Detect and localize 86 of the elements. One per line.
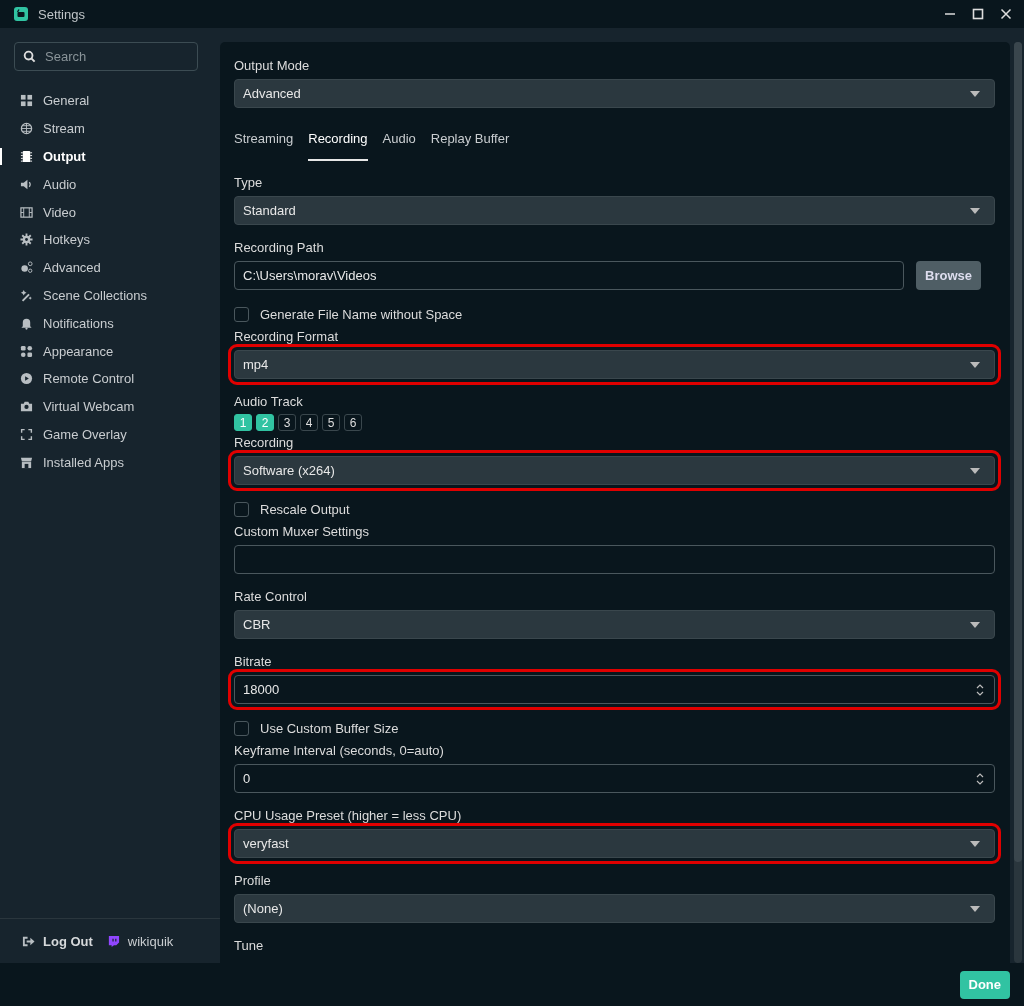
track-toggle[interactable]: 5 (322, 414, 340, 431)
caret-icon (970, 840, 980, 847)
field-label: Rate Control (234, 589, 308, 604)
path-field[interactable]: C:\Users\morav\Videos (234, 261, 905, 290)
track-toggle[interactable]: 4 (300, 414, 318, 431)
window-title: Settings (38, 6, 85, 22)
sidebar-item[interactable]: Notifications (0, 309, 220, 338)
field-label: Profile (234, 873, 272, 888)
checkbox[interactable] (234, 501, 249, 517)
caret-icon (970, 905, 980, 912)
dropdown[interactable]: (None) (234, 894, 995, 923)
sidebar-item[interactable]: Remote Control (0, 364, 220, 393)
dropdown[interactable]: veryfast (234, 829, 995, 858)
field-label: CPU Usage Preset (higher = less CPU) (234, 808, 463, 823)
dropdown[interactable]: CBR (234, 610, 995, 639)
chip-icon (20, 150, 33, 163)
checkbox[interactable] (234, 306, 249, 322)
sidebar-item[interactable]: Virtual Webcam (0, 392, 220, 421)
number-field[interactable]: 18000 (234, 675, 995, 704)
settings-tab[interactable]: Audio (382, 131, 416, 161)
scrollbar-thumb[interactable] (1014, 42, 1022, 862)
grid-icon (20, 94, 33, 108)
account-name: wikiquik (127, 933, 174, 949)
caret-icon (970, 467, 980, 474)
chat-bubble-icon (106, 934, 120, 948)
caret-icon (970, 361, 980, 368)
gears-icon (20, 261, 33, 275)
field-label: Tune (234, 938, 265, 953)
field-label: Audio Track (234, 394, 304, 409)
sidebar-item[interactable]: Game Overlay (0, 420, 220, 449)
field-label: Output Mode (234, 58, 311, 73)
gear-icon (20, 233, 33, 247)
settings-tab[interactable]: Recording (308, 131, 368, 161)
shapes-icon (20, 344, 33, 358)
checkbox[interactable] (234, 720, 249, 736)
caret-icon (970, 621, 980, 628)
film-icon (20, 205, 33, 219)
checkbox-label: Rescale Output (260, 501, 350, 517)
sidebar-item[interactable]: Audio (0, 170, 220, 199)
log-out-button[interactable]: Log Out (22, 933, 93, 949)
play-icon (20, 372, 33, 386)
field-label: Type (234, 175, 264, 190)
sidebar-item[interactable]: Video (0, 198, 220, 226)
field-label: Bitrate (234, 654, 273, 669)
caret-icon (970, 90, 980, 97)
log-out-icon (22, 934, 35, 948)
bell-icon (20, 316, 33, 330)
sidebar-item[interactable]: General (0, 87, 220, 115)
close-icon[interactable] (1000, 8, 1012, 20)
field-label: Recording Path (234, 240, 325, 255)
maximize-icon[interactable] (972, 8, 984, 20)
search-field[interactable]: Search (14, 42, 198, 71)
camera-icon (20, 400, 33, 414)
field-label: Keyframe Interval (seconds, 0=auto) (234, 743, 445, 758)
dropdown[interactable]: mp4 (234, 350, 995, 379)
settings-tab[interactable]: Streaming (234, 131, 294, 161)
dropdown[interactable]: Software (x264) (234, 456, 995, 485)
store-icon (20, 455, 33, 469)
number-field[interactable]: 0 (234, 764, 995, 793)
track-toggle[interactable]: 6 (344, 414, 362, 431)
app-logo-icon (14, 7, 28, 21)
spinner-icon (976, 771, 984, 786)
wand-icon (20, 288, 33, 302)
sidebar-item[interactable]: Advanced (0, 253, 220, 282)
field-label: Custom Muxer Settings (234, 524, 371, 539)
checkbox-label: Use Custom Buffer Size (260, 720, 399, 736)
sidebar-item[interactable]: Output (0, 142, 220, 171)
sidebar-item[interactable]: Stream (0, 114, 220, 143)
sidebar-item[interactable]: Appearance (0, 337, 220, 365)
sidebar-item[interactable]: Hotkeys (0, 226, 220, 254)
browse-button[interactable]: Browse (916, 261, 981, 290)
search-icon (23, 50, 36, 63)
spinner-icon (976, 682, 984, 697)
globe-icon (20, 122, 33, 136)
track-toggle[interactable]: 3 (278, 414, 296, 431)
dropdown[interactable]: Standard (234, 196, 995, 225)
checkbox-label: Generate File Name without Space (260, 306, 463, 322)
expand-icon (20, 427, 33, 441)
settings-tab[interactable]: Replay Buffer (430, 131, 510, 161)
caret-icon (970, 207, 980, 214)
field-label: Recording Format (234, 329, 340, 344)
sidebar-item[interactable]: Installed Apps (0, 448, 220, 477)
dropdown[interactable]: Advanced (234, 79, 995, 108)
text-field[interactable] (234, 545, 995, 574)
sidebar-item[interactable]: Scene Collections (0, 281, 220, 310)
field-label: Recording (234, 435, 295, 450)
